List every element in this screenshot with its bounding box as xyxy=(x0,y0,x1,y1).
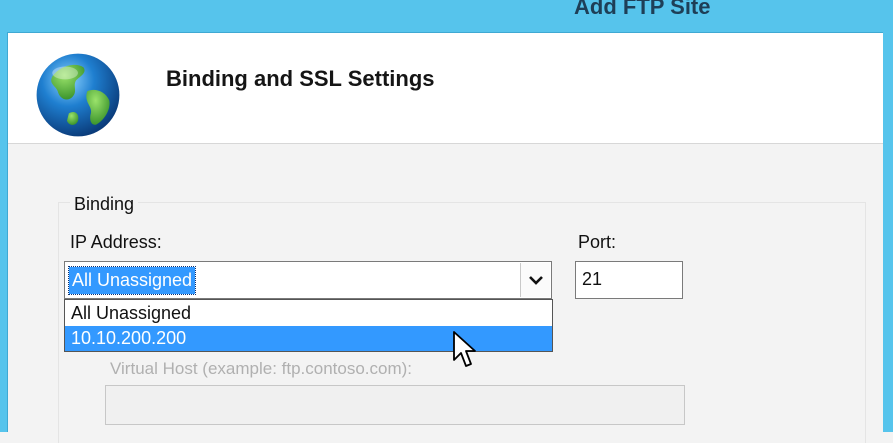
port-field[interactable] xyxy=(575,261,688,299)
page-title: Binding and SSL Settings xyxy=(166,66,435,91)
binding-group-label: Binding xyxy=(70,194,139,215)
ip-address-dropdown-list[interactable]: All Unassigned 10.10.200.200 xyxy=(64,299,553,352)
window-frame-right xyxy=(882,32,893,432)
window-titlebar[interactable]: Add FTP Site xyxy=(0,0,893,33)
port-label: Port: xyxy=(578,232,617,252)
ip-address-selected-value: All Unassigned xyxy=(67,266,197,295)
window-title: Add FTP Site xyxy=(574,0,711,19)
virtual-host-input[interactable] xyxy=(105,385,685,425)
virtual-host-label: Virtual Host (example: ftp.contoso.com): xyxy=(110,359,413,378)
dropdown-option-10-10-200-200[interactable]: 10.10.200.200 xyxy=(65,326,552,351)
mouse-cursor-icon xyxy=(453,331,476,367)
wizard-header: Binding and SSL Settings xyxy=(8,33,883,144)
chevron-down-icon xyxy=(528,276,543,285)
dropdown-option-all-unassigned[interactable]: All Unassigned xyxy=(65,301,552,326)
dropdown-button[interactable] xyxy=(520,263,550,297)
ip-address-label: IP Address: xyxy=(70,232,162,252)
ip-address-combobox[interactable]: All Unassigned xyxy=(64,261,552,299)
wizard-content: Binding IP Address: Port: All Unassigned… xyxy=(8,144,883,443)
port-input[interactable] xyxy=(576,262,688,296)
globe-icon xyxy=(36,53,120,137)
window-frame-left xyxy=(0,32,8,432)
